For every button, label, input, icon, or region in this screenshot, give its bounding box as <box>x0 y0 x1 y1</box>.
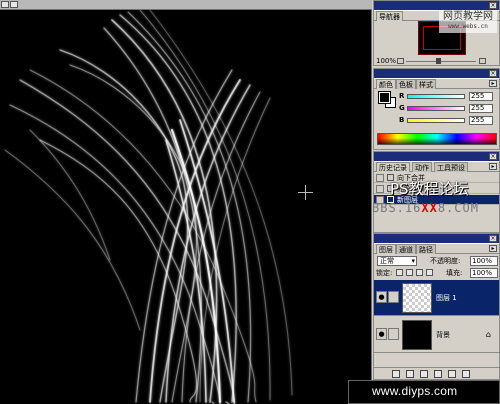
close-icon[interactable]: × <box>489 70 497 77</box>
add-mask-icon[interactable] <box>406 370 414 378</box>
blue-slider[interactable] <box>407 118 465 123</box>
document-canvas-window[interactable] <box>0 0 372 404</box>
foreground-color-swatch[interactable] <box>378 91 391 104</box>
tab-history[interactable]: 历史记录 <box>376 162 410 172</box>
forum-url-suffix: 8.COM <box>437 201 479 215</box>
tab-navigator[interactable]: 导航器 <box>376 11 403 21</box>
link-brush-icon[interactable] <box>388 328 399 340</box>
lock-brush-icon[interactable] <box>406 269 413 276</box>
layer-row-layer1[interactable]: ● 图层 1 <box>374 280 499 316</box>
green-label: G <box>399 104 405 112</box>
tab-channels[interactable]: 通道 <box>396 244 416 254</box>
layer-name[interactable]: 图层 1 <box>436 293 457 303</box>
tab-swatches[interactable]: 色板 <box>396 79 416 89</box>
red-slider-row: R 255 <box>399 92 497 101</box>
panel-titlebar[interactable]: × <box>374 69 499 79</box>
lock-label: 锁定: <box>376 269 393 277</box>
zoom-value[interactable]: 100% <box>376 57 396 65</box>
tab-actions[interactable]: 动作 <box>412 162 432 172</box>
panel-menu-icon[interactable]: ▸ <box>489 80 497 87</box>
forum-watermark-url: BBS.16XX8.COM <box>372 201 479 215</box>
trash-icon[interactable] <box>462 370 470 378</box>
layer-row-background[interactable]: ● 背景 ⌂ <box>374 317 499 353</box>
tab-styles[interactable]: 样式 <box>416 79 436 89</box>
fill-field[interactable]: 100% <box>470 268 498 278</box>
layer-name[interactable]: 背景 <box>436 330 450 340</box>
new-layer-icon[interactable] <box>448 370 456 378</box>
blue-label: B <box>399 116 405 124</box>
light-streaks-artwork <box>4 10 293 404</box>
red-value-field[interactable]: 255 <box>469 92 493 101</box>
lock-all-icon[interactable] <box>426 269 433 276</box>
green-slider-row: G 255 <box>399 104 497 113</box>
layer-thumbnail <box>402 320 432 350</box>
close-icon[interactable]: × <box>489 153 497 160</box>
lock-move-icon[interactable] <box>416 269 423 276</box>
lock-icon: ⌂ <box>485 330 491 339</box>
blend-mode-select[interactable]: 正常 <box>377 256 417 266</box>
site-stamp-name: 网页教学网 <box>443 11 493 22</box>
zoom-out-icon[interactable] <box>397 58 404 64</box>
panel-menu-icon[interactable]: ▸ <box>489 163 497 170</box>
layers-panel: × 图层 通道 路径 ▸ 正常 不透明度: 100% 锁定: 填充: 100% … <box>373 233 500 380</box>
tab-color[interactable]: 颜色 <box>376 79 396 89</box>
layers-footer-toolbar <box>374 367 499 379</box>
color-spectrum-bar[interactable] <box>377 133 497 145</box>
zoom-in-icon[interactable] <box>479 58 486 64</box>
new-set-icon[interactable] <box>420 370 428 378</box>
tab-tool-presets[interactable]: 工具预设 <box>434 162 468 172</box>
opacity-label: 不透明度: <box>430 257 461 265</box>
blue-value-field[interactable]: 255 <box>469 116 493 125</box>
layer-thumbnail <box>402 283 432 313</box>
tab-layers[interactable]: 图层 <box>376 244 396 254</box>
zoom-slider[interactable] <box>406 61 476 62</box>
navigator-panel: × 导航器 网页教学网 www.webs.cn 100% <box>373 0 500 66</box>
forum-url-highlight: XX <box>421 201 438 215</box>
visibility-eye-icon[interactable]: ● <box>376 328 387 340</box>
panel-titlebar[interactable]: × <box>374 1 499 11</box>
layers-tabs: 图层 通道 路径 ▸ <box>374 244 499 254</box>
window-restore-icon[interactable] <box>10 1 18 8</box>
panel-titlebar[interactable]: × <box>374 234 499 244</box>
close-icon[interactable]: × <box>489 235 497 242</box>
layer-style-icon[interactable] <box>392 370 400 378</box>
history-tabs: 历史记录 动作 工具预设 ▸ <box>374 162 499 172</box>
panel-menu-icon[interactable]: ▸ <box>489 245 497 252</box>
visibility-eye-icon[interactable]: ● <box>376 291 387 303</box>
lock-transparency-icon[interactable] <box>396 269 403 276</box>
panel-titlebar[interactable]: × <box>374 152 499 162</box>
forum-watermark: PS教程论坛 BBS.16XX8.COM <box>372 180 500 220</box>
site-stamp-url: www.webs.cn <box>448 23 488 30</box>
blue-slider-row: B 255 <box>399 116 497 125</box>
opacity-field[interactable]: 100% <box>470 256 498 266</box>
close-icon[interactable]: × <box>489 2 497 9</box>
green-slider[interactable] <box>407 106 465 111</box>
green-value-field[interactable]: 255 <box>469 104 493 113</box>
forum-url-prefix: BBS.16 <box>372 201 422 215</box>
zoom-slider-knob[interactable] <box>436 58 441 64</box>
adjustment-layer-icon[interactable] <box>434 370 442 378</box>
color-panel: × 颜色 色板 样式 ▸ R 255 G 255 B 255 <box>373 68 500 150</box>
footer-watermark-url: www.diyps.com <box>372 384 458 398</box>
fill-label: 填充: <box>446 269 463 277</box>
window-minimize-icon[interactable] <box>1 1 9 8</box>
red-slider[interactable] <box>407 94 465 99</box>
red-label: R <box>399 92 405 100</box>
color-tabs: 颜色 色板 样式 ▸ <box>374 79 499 89</box>
link-brush-icon[interactable] <box>388 291 399 303</box>
navigator-zoom-row: 100% <box>376 57 498 66</box>
lock-options <box>396 268 446 278</box>
forum-watermark-title: PS教程论坛 <box>390 180 469 198</box>
tab-paths[interactable]: 路径 <box>416 244 436 254</box>
site-stamp: 网页教学网 www.webs.cn <box>439 11 497 33</box>
crosshair-cursor-icon <box>298 185 313 200</box>
canvas-titlebar <box>0 0 372 10</box>
